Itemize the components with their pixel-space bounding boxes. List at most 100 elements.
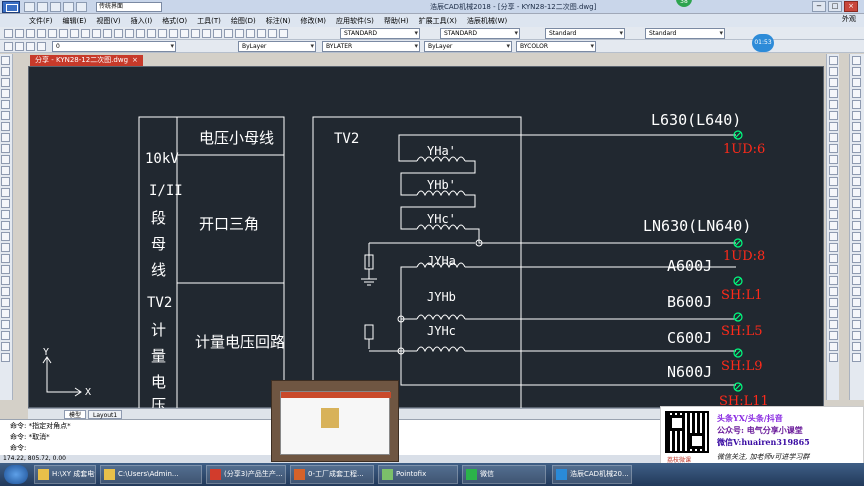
notification-badge[interactable]: 38	[676, 0, 692, 7]
layer-tool-icon[interactable]	[4, 42, 13, 51]
dimension-tool-icon[interactable]	[852, 210, 861, 219]
dimension-tool-icon[interactable]	[852, 232, 861, 241]
modify-tool-icon[interactable]	[829, 111, 838, 120]
toolbar-tool-icon[interactable]	[224, 29, 233, 38]
draw-tool-icon[interactable]	[1, 111, 10, 120]
toolbar-tool-icon[interactable]	[235, 29, 244, 38]
menu-item[interactable]: 编辑(E)	[58, 16, 92, 26]
toolbar-tool-icon[interactable]	[191, 29, 200, 38]
modify-tool-icon[interactable]	[829, 221, 838, 230]
draw-tool-icon[interactable]	[1, 210, 10, 219]
toolbar-tool-icon[interactable]	[59, 29, 68, 38]
menu-item[interactable]: 视图(V)	[91, 16, 125, 26]
taskbar-item[interactable]: (分享3)产品生产...	[206, 465, 286, 484]
toolbar-tool-icon[interactable]	[213, 29, 222, 38]
modify-tool-icon[interactable]	[829, 287, 838, 296]
dimension-tool-icon[interactable]	[852, 309, 861, 318]
modify-tool-icon[interactable]	[829, 155, 838, 164]
toolbar-tool-icon[interactable]	[125, 29, 134, 38]
toolbar-tool-icon[interactable]	[114, 29, 123, 38]
menu-item[interactable]: 帮助(H)	[379, 16, 414, 26]
mleader-style-select[interactable]: Standard	[645, 28, 725, 39]
draw-tool-icon[interactable]	[1, 287, 10, 296]
menu-item[interactable]: 修改(M)	[295, 16, 331, 26]
modify-tool-icon[interactable]	[829, 331, 838, 340]
draw-tool-icon[interactable]	[1, 298, 10, 307]
draw-tool-icon[interactable]	[1, 243, 10, 252]
modify-tool-icon[interactable]	[829, 78, 838, 87]
taskbar-item[interactable]: Pointofix	[378, 465, 458, 484]
dimension-tool-icon[interactable]	[852, 100, 861, 109]
document-tab[interactable]: 分享 - KYN28-12二次图.dwg ×	[30, 55, 143, 66]
toolbar-tool-icon[interactable]	[169, 29, 178, 38]
menu-item[interactable]: 文件(F)	[24, 16, 58, 26]
draw-tool-icon[interactable]	[1, 320, 10, 329]
draw-tool-icon[interactable]	[1, 199, 10, 208]
dimension-tool-icon[interactable]	[852, 298, 861, 307]
draw-tool-icon[interactable]	[1, 89, 10, 98]
layer-tool-icon[interactable]	[15, 42, 24, 51]
dimension-tool-icon[interactable]	[852, 276, 861, 285]
draw-tool-icon[interactable]	[1, 188, 10, 197]
undo-icon[interactable]	[76, 2, 87, 12]
dimension-tool-icon[interactable]	[852, 67, 861, 76]
toolbar-tool-icon[interactable]	[103, 29, 112, 38]
draw-tool-icon[interactable]	[1, 144, 10, 153]
print-icon[interactable]	[63, 2, 74, 12]
modify-tool-icon[interactable]	[829, 243, 838, 252]
document-tab-close-icon[interactable]: ×	[132, 56, 138, 64]
dimension-tool-icon[interactable]	[852, 342, 861, 351]
table-style-select[interactable]: Standard	[545, 28, 625, 39]
menu-item[interactable]: 应用软件(S)	[331, 16, 379, 26]
workspace-select[interactable]: 传统界面	[96, 2, 162, 12]
dimension-tool-icon[interactable]	[852, 122, 861, 131]
draw-tool-icon[interactable]	[1, 155, 10, 164]
dim-style-select[interactable]: STANDARD	[440, 28, 520, 39]
menu-item[interactable]: 插入(I)	[126, 16, 158, 26]
modify-tool-icon[interactable]	[829, 177, 838, 186]
dimension-tool-icon[interactable]	[852, 265, 861, 274]
draw-tool-icon[interactable]	[1, 221, 10, 230]
toolbar-tool-icon[interactable]	[37, 29, 46, 38]
toolbar-tool-icon[interactable]	[257, 29, 266, 38]
dimension-tool-icon[interactable]	[852, 188, 861, 197]
cad-drawing[interactable]: 10kV I/II 段 母 线 TV2 计 量 电 压 电压小母线 开口三角 计…	[29, 67, 825, 409]
layer-tool-icon[interactable]	[26, 42, 35, 51]
modify-tool-icon[interactable]	[829, 353, 838, 362]
dimension-tool-icon[interactable]	[852, 166, 861, 175]
toolbar-tool-icon[interactable]	[4, 29, 13, 38]
layer-tool-icon[interactable]	[37, 42, 46, 51]
draw-tool-icon[interactable]	[1, 276, 10, 285]
menu-item[interactable]: 格式(O)	[157, 16, 192, 26]
draw-tool-icon[interactable]	[1, 254, 10, 263]
menu-item[interactable]: 绘图(D)	[226, 16, 261, 26]
modify-tool-icon[interactable]	[829, 210, 838, 219]
menu-item[interactable]: 标注(N)	[261, 16, 296, 26]
drawing-canvas[interactable]: 10kV I/II 段 母 线 TV2 计 量 电 压 电压小母线 开口三角 计…	[28, 66, 825, 409]
draw-tool-icon[interactable]	[1, 353, 10, 362]
taskbar-item[interactable]: 浩辰CAD机械20...	[552, 465, 632, 484]
modify-tool-icon[interactable]	[829, 199, 838, 208]
taskbar-item[interactable]: 微信	[462, 465, 546, 484]
modify-tool-icon[interactable]	[829, 56, 838, 65]
draw-tool-icon[interactable]	[1, 232, 10, 241]
toolbar-tool-icon[interactable]	[48, 29, 57, 38]
modify-tool-icon[interactable]	[829, 100, 838, 109]
appearance-label[interactable]: 外观	[842, 14, 856, 24]
modify-tool-icon[interactable]	[829, 89, 838, 98]
toolbar-tool-icon[interactable]	[180, 29, 189, 38]
modify-tool-icon[interactable]	[829, 276, 838, 285]
toolbar-tool-icon[interactable]	[147, 29, 156, 38]
dimension-tool-icon[interactable]	[852, 353, 861, 362]
toolbar-tool-icon[interactable]	[158, 29, 167, 38]
dimension-tool-icon[interactable]	[852, 199, 861, 208]
menu-item[interactable]: 浩辰机械(W)	[462, 16, 512, 26]
modify-tool-icon[interactable]	[829, 232, 838, 241]
toolbar-tool-icon[interactable]	[279, 29, 288, 38]
menu-item[interactable]: 扩展工具(X)	[414, 16, 462, 26]
save-icon[interactable]	[50, 2, 61, 12]
dimension-tool-icon[interactable]	[852, 155, 861, 164]
maximize-button[interactable]: □	[828, 1, 842, 12]
dimension-tool-icon[interactable]	[852, 254, 861, 263]
dimension-tool-icon[interactable]	[852, 320, 861, 329]
